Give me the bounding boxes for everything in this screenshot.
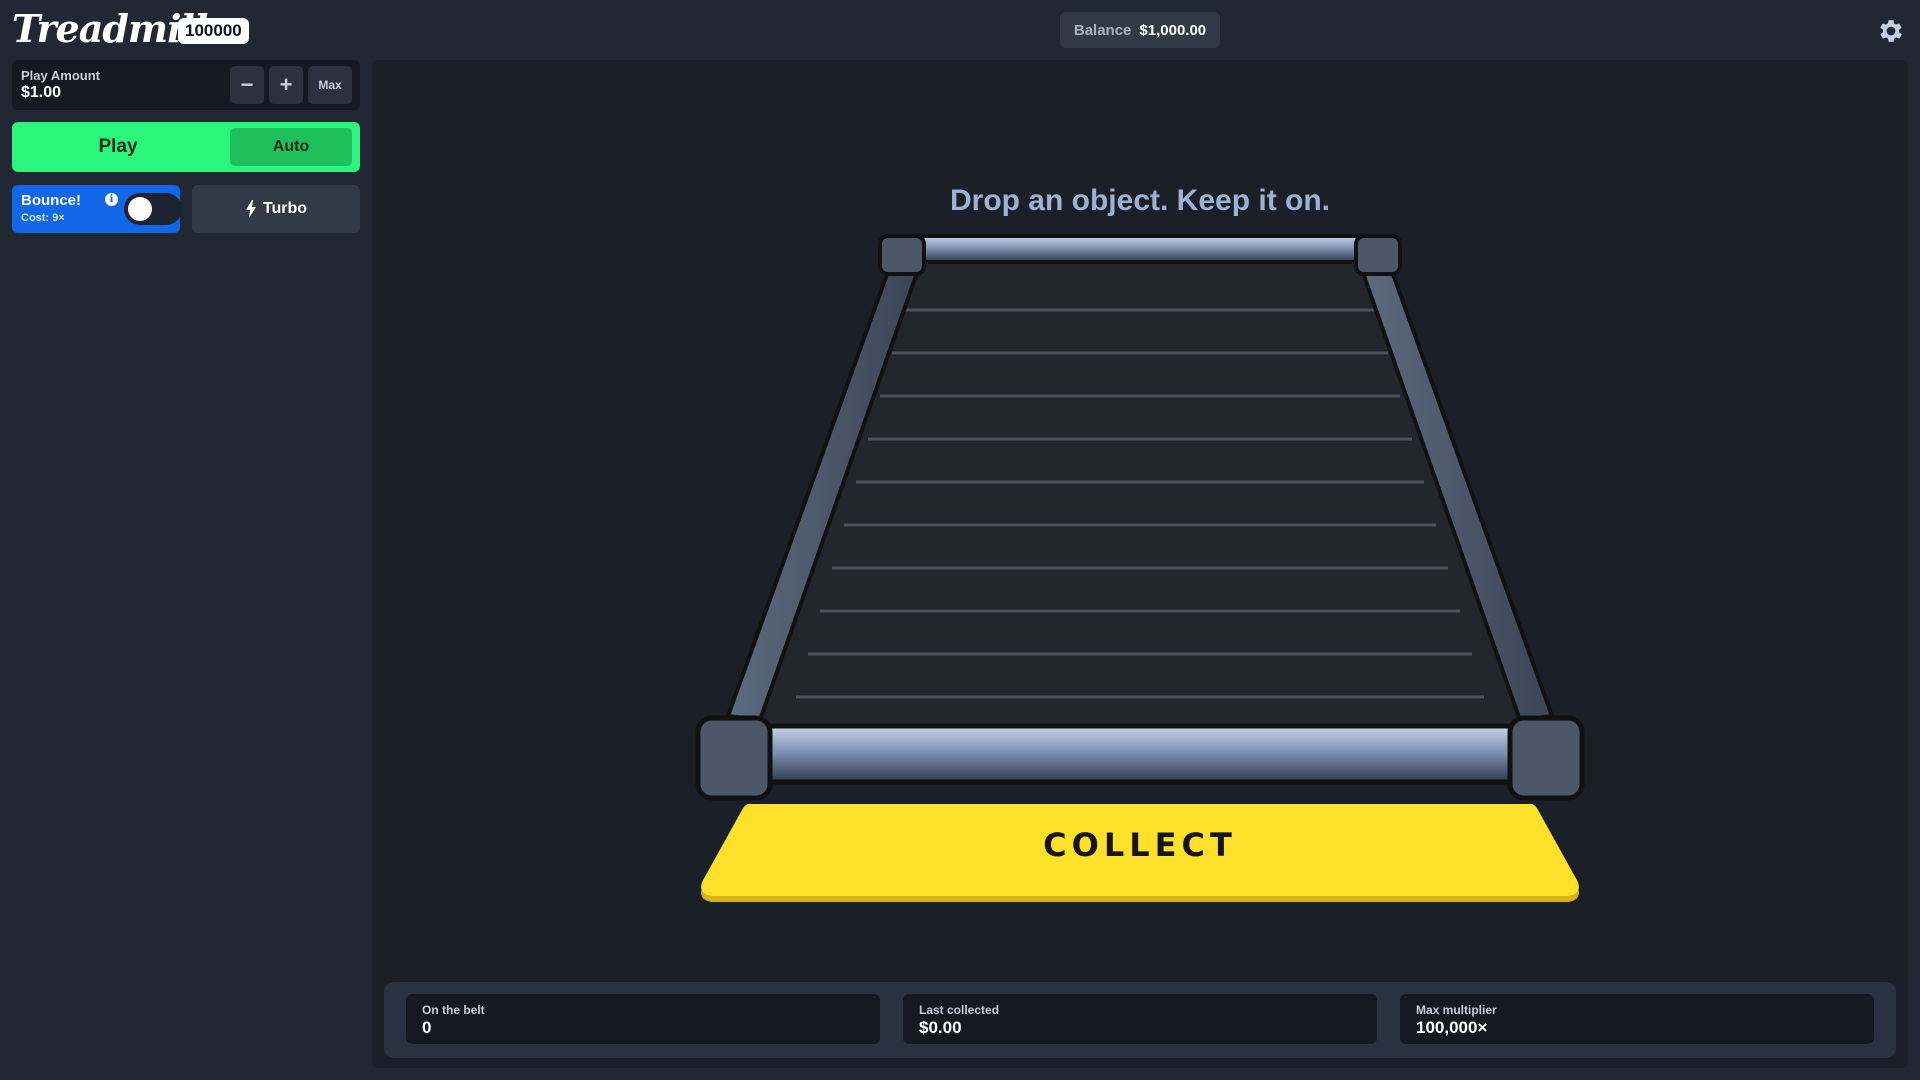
play-amount-label: Play Amount: [21, 68, 100, 83]
play-button[interactable]: Play Auto: [12, 122, 360, 172]
bottom-roller: [721, 723, 1559, 785]
turbo-button[interactable]: Turbo: [192, 185, 360, 233]
bounce-toggle[interactable]: [124, 193, 182, 225]
stat-last-collected: Last collected $0.00: [903, 994, 1377, 1044]
bottom-left-bracket: [695, 715, 773, 801]
collect-label: COLLECT: [1043, 826, 1237, 864]
stat-label: Last collected: [919, 1003, 1000, 1017]
stat-value: 0: [422, 1018, 432, 1037]
turbo-label: Turbo: [262, 200, 308, 217]
toggle-knob: [128, 197, 152, 221]
increase-amount-button[interactable]: +: [269, 66, 303, 104]
stats-bar: On the belt 0 Last collected $0.00 Max m…: [384, 982, 1896, 1058]
stat-label: Max multiplier: [1416, 1003, 1497, 1017]
balance-label: Balance: [1073, 21, 1132, 39]
decrease-amount-button[interactable]: −: [230, 66, 264, 104]
bounce-option[interactable]: Bounce! i Cost: 9×: [12, 185, 182, 233]
play-button-label: Play: [98, 136, 138, 157]
belt-surface: [742, 260, 1538, 734]
logo-badge: 100000: [178, 18, 249, 44]
collect-button[interactable]: COLLECT: [700, 804, 1580, 904]
stat-on-the-belt: On the belt 0: [406, 994, 880, 1044]
balance-value: $1,000.00: [1139, 21, 1207, 39]
balance-display: Balance $1,000.00: [1060, 12, 1220, 48]
play-amount-value[interactable]: $1.00: [21, 84, 61, 102]
bounce-cost: Cost: 9×: [21, 212, 65, 224]
stat-max-multiplier: Max multiplier 100,000×: [1400, 994, 1874, 1044]
treadmill-belt: [695, 234, 1585, 801]
stat-value: 100,000×: [1416, 1018, 1488, 1037]
play-amount-field[interactable]: Play Amount $1.00 − + Max: [12, 60, 360, 110]
stat-value: $0.00: [919, 1018, 962, 1037]
header: Treadmill 100000 Balance $1,000.00: [0, 0, 1920, 60]
lightning-icon: [245, 200, 256, 218]
bounce-label: Bounce!: [21, 192, 81, 209]
top-left-bracket: [878, 234, 926, 276]
game-area: Drop an object. Keep it on. COLLECT On t…: [372, 60, 1908, 1068]
stat-label: On the belt: [422, 1003, 485, 1017]
top-roller: [894, 234, 1386, 264]
info-icon[interactable]: i: [105, 193, 118, 206]
bottom-right-bracket: [1507, 715, 1585, 801]
auto-button[interactable]: Auto: [230, 128, 352, 166]
max-amount-button[interactable]: Max: [308, 66, 352, 104]
gear-icon[interactable]: [1876, 16, 1906, 46]
top-right-bracket: [1354, 234, 1402, 276]
